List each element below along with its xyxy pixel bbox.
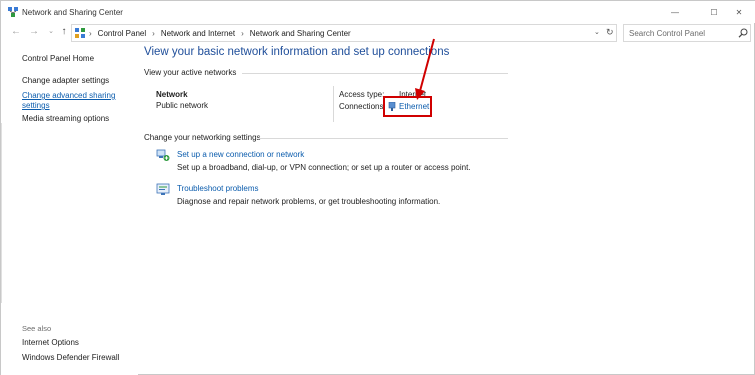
page-title: View your basic network information and …	[144, 46, 450, 58]
see-also-label: See also	[22, 324, 52, 333]
divider	[259, 138, 508, 139]
connections-label: Connections:	[339, 102, 386, 111]
network-type: Public network	[156, 101, 209, 110]
network-sharing-center-window: Network and Sharing Center — ☐ ✕ ← → ⌄ ↑…	[0, 0, 755, 375]
recent-locations-button[interactable]: ⌄	[45, 26, 57, 38]
back-button[interactable]: ←	[10, 26, 22, 38]
access-type-label: Access type:	[339, 90, 385, 99]
setup-new-connection-link[interactable]: Set up a new connection or network	[177, 150, 304, 159]
breadcrumb-network-sharing-center[interactable]: Network and Sharing Center	[250, 29, 351, 38]
search-icon[interactable]	[738, 28, 748, 38]
breadcrumb-control-panel[interactable]: Control Panel	[98, 29, 146, 38]
media-streaming-options-link[interactable]: Media streaming options	[22, 114, 109, 124]
network-name: Network	[156, 90, 188, 99]
breadcrumb-network-internet[interactable]: Network and Internet	[161, 29, 235, 38]
active-networks-title: View your active networks	[144, 68, 237, 77]
control-panel-home-link[interactable]: Control Panel Home	[22, 54, 94, 64]
troubleshoot-problems-link[interactable]: Troubleshoot problems	[177, 184, 259, 193]
close-icon: ✕	[735, 7, 743, 17]
network-center-icon	[8, 7, 18, 17]
change-advanced-sharing-link[interactable]: Change advanced sharing settings	[22, 91, 122, 111]
pane-edge	[1, 123, 5, 303]
address-dropdown-button[interactable]: ⌄	[594, 28, 600, 36]
divider	[242, 73, 508, 74]
minimize-icon: —	[671, 7, 679, 17]
minimize-button[interactable]: —	[659, 1, 691, 23]
breadcrumb-separator[interactable]: ›	[241, 29, 244, 38]
divider	[333, 86, 334, 122]
search-placeholder: Search Control Panel	[629, 29, 706, 38]
new-connection-icon	[156, 149, 170, 161]
troubleshoot-problems-description: Diagnose and repair network problems, or…	[177, 197, 441, 206]
maximize-icon: ☐	[710, 7, 718, 17]
up-button[interactable]: ↑	[58, 26, 70, 38]
search-input[interactable]: Search Control Panel	[623, 24, 751, 42]
address-bar[interactable]: › Control Panel › Network and Internet ›…	[71, 24, 617, 42]
change-adapter-settings-link[interactable]: Change adapter settings	[22, 76, 109, 86]
close-button[interactable]: ✕	[723, 1, 755, 23]
windows-defender-firewall-link[interactable]: Windows Defender Firewall	[22, 353, 119, 363]
window-title: Network and Sharing Center	[22, 8, 123, 17]
refresh-button[interactable]: ↻	[606, 27, 614, 38]
breadcrumb-separator[interactable]: ›	[152, 29, 155, 38]
troubleshoot-icon	[156, 183, 170, 195]
setup-new-connection-description: Set up a broadband, dial-up, or VPN conn…	[177, 163, 471, 172]
internet-options-link[interactable]: Internet Options	[22, 338, 79, 348]
breadcrumb: › Control Panel › Network and Internet ›…	[89, 29, 351, 38]
address-row: ← → ⌄ ↑ › Control Panel › Network and In…	[1, 24, 755, 42]
left-pane: Control Panel Home Change adapter settin…	[1, 43, 138, 375]
main-content: View your basic network information and …	[138, 38, 755, 375]
control-panel-icon	[75, 28, 85, 38]
title-bar: Network and Sharing Center — ☐ ✕	[1, 1, 755, 23]
breadcrumb-separator: ›	[89, 29, 92, 38]
forward-button[interactable]: →	[28, 26, 40, 38]
networking-settings-title: Change your networking settings	[144, 133, 261, 142]
annotation-arrow-icon	[415, 38, 435, 100]
